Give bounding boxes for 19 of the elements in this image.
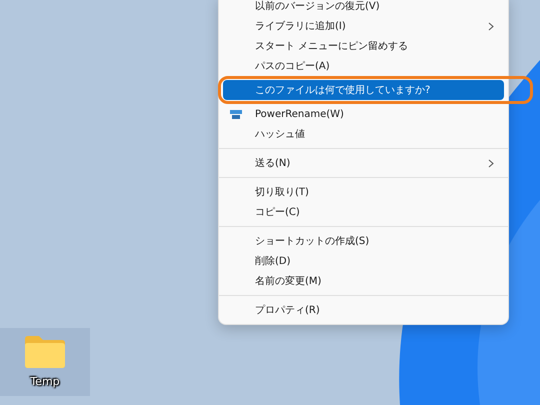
app-icon <box>230 109 242 120</box>
menu-item[interactable]: ハッシュ値 <box>223 124 504 144</box>
menu-item[interactable]: このファイルは何で使用していますか? <box>223 80 504 100</box>
chevron-right-icon <box>488 159 494 168</box>
folder-icon <box>23 335 67 369</box>
menu-item[interactable]: ライブラリに追加(I) <box>223 16 504 36</box>
menu-item[interactable]: ショートカットの作成(S) <box>223 231 504 251</box>
menu-item[interactable]: 以前のバージョンの復元(V) <box>223 0 504 16</box>
folder-label: Temp <box>30 375 60 388</box>
menu-item[interactable]: 切り取り(T) <box>223 182 504 202</box>
menu-item[interactable]: 名前の変更(M) <box>223 271 504 291</box>
menu-item[interactable]: PowerRename(W) <box>223 104 504 124</box>
menu-item[interactable]: パスのコピー(A) <box>223 56 504 76</box>
menu-item[interactable]: 送る(N) <box>223 153 504 173</box>
menu-item[interactable]: 削除(D) <box>223 251 504 271</box>
menu-item[interactable]: コピー(C) <box>223 202 504 222</box>
menu-item[interactable]: スタート メニューにピン留めする <box>223 36 504 56</box>
chevron-right-icon <box>488 22 494 31</box>
menu-item[interactable]: プロパティ(R) <box>223 300 504 320</box>
